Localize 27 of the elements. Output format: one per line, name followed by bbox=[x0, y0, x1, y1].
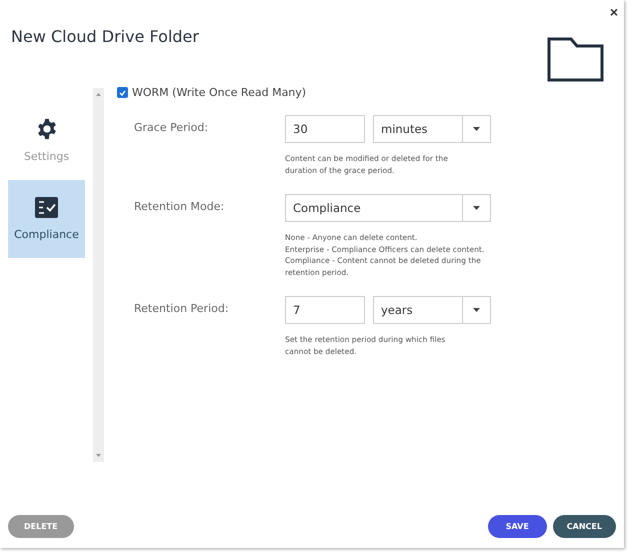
worm-checkbox[interactable] bbox=[117, 87, 128, 98]
caret-icon bbox=[473, 127, 480, 131]
field-label: Retention Period: bbox=[134, 301, 230, 317]
scrollbar[interactable] bbox=[93, 88, 104, 462]
field-label: Grace Period: bbox=[134, 120, 210, 136]
save-button[interactable]: SAVE bbox=[488, 514, 547, 538]
gear-icon bbox=[36, 118, 58, 140]
cancel-button[interactable]: CANCEL bbox=[552, 514, 616, 538]
number-field[interactable]: 30 bbox=[285, 115, 365, 143]
caret-icon bbox=[473, 206, 480, 210]
unit-dropdown[interactable]: minutes bbox=[373, 115, 491, 143]
mode-dropdown[interactable]: Compliance bbox=[285, 194, 491, 222]
caret-icon bbox=[473, 308, 480, 312]
checkbox-label: WORM (Write Once Read Many) bbox=[132, 86, 306, 99]
checklist-icon bbox=[35, 197, 58, 218]
unit-dropdown[interactable]: years bbox=[373, 296, 491, 324]
tab-label: Compliance bbox=[14, 228, 79, 241]
dialog-title: New Cloud Drive Folder bbox=[11, 27, 199, 48]
scroll-down-icon[interactable] bbox=[96, 454, 101, 457]
checkmark-icon bbox=[119, 90, 126, 96]
tab-label: Settings bbox=[24, 150, 70, 162]
scroll-up-icon[interactable] bbox=[96, 93, 101, 96]
close-button[interactable]: × bbox=[610, 4, 618, 20]
field-label: Retention Mode: bbox=[134, 199, 226, 215]
folder-icon bbox=[547, 37, 604, 82]
number-field[interactable]: 7 bbox=[285, 296, 365, 324]
sidebar-tab[interactable]: Compliance bbox=[8, 180, 85, 258]
